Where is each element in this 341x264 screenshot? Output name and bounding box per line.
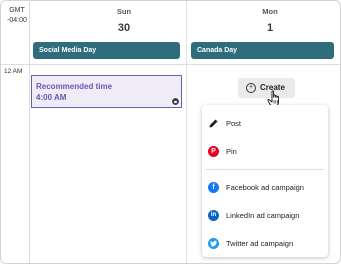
menu-item-label: Facebook ad campaign [226, 183, 304, 192]
day-name-mon: Mon [262, 7, 278, 16]
menu-item-label: Pin [226, 147, 237, 156]
menu-item-post[interactable]: Post [208, 117, 322, 131]
day-column-divider [186, 1, 187, 263]
menu-item-pin[interactable]: P Pin [208, 145, 322, 159]
calendar-week-view: GMT -04:00 Sun 30 Mon 1 Social Media Day… [0, 0, 341, 264]
day-number-mon[interactable]: 1 [240, 22, 300, 34]
timezone-offset: -04:00 [7, 17, 27, 24]
pinterest-icon: P [208, 146, 219, 157]
create-menu: Post P Pin f Facebook ad campaign in Lin… [202, 105, 328, 257]
pencil-icon [209, 119, 218, 128]
menu-item-label: LinkedIn ad campaign [226, 211, 300, 220]
timezone-label: GMT -04:00 [5, 6, 29, 26]
linkedin-icon: in [208, 210, 219, 221]
day-number-sun[interactable]: 30 [94, 22, 154, 34]
recommended-time-slot[interactable]: Recommended time 4:00 AM [31, 75, 182, 108]
all-day-event-social-media-day[interactable]: Social Media Day [33, 42, 180, 59]
menu-separator [206, 169, 324, 170]
recommended-time: 4:00 AM [36, 93, 67, 102]
all-day-event-canada-day[interactable]: Canada Day [191, 42, 334, 59]
day-name-sun: Sun [116, 7, 132, 16]
header-divider [1, 64, 340, 65]
recommended-title: Recommended time [36, 82, 113, 91]
menu-item-label: Post [226, 119, 242, 128]
menu-item-twitter-ad-campaign[interactable]: Twitter ad campaign [208, 237, 322, 251]
time-gutter-divider [29, 1, 30, 263]
menu-item-label: Twitter ad campaign [226, 239, 294, 248]
menu-item-facebook-ad-campaign[interactable]: f Facebook ad campaign [208, 181, 322, 195]
plus-circle-icon: + [246, 83, 256, 93]
avatar-icon [171, 97, 180, 106]
facebook-icon: f [208, 182, 219, 193]
timezone-name: GMT [9, 7, 25, 14]
menu-item-linkedin-ad-campaign[interactable]: in LinkedIn ad campaign [208, 209, 322, 223]
twitter-icon [208, 238, 219, 249]
hour-label: 12 AM [4, 68, 23, 75]
